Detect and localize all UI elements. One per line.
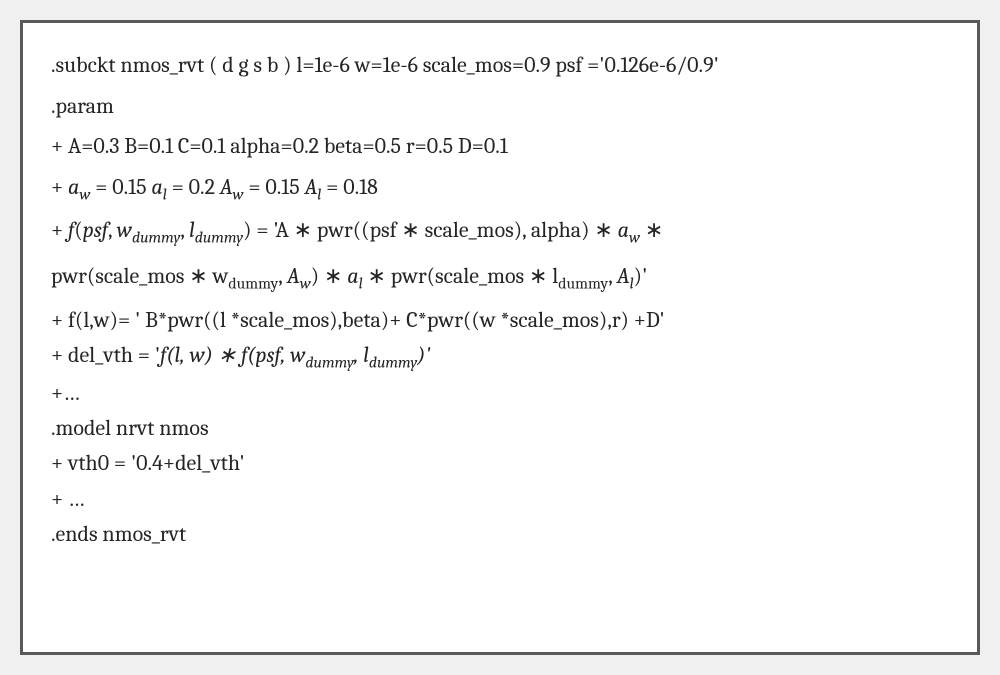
al-val: = 0.2	[167, 174, 220, 200]
line-aw-al: + aw = 0.15 al = 0.2 Aw = 0.15 Al = 0.18	[51, 167, 949, 210]
comma: ,	[608, 263, 617, 289]
psf: psf	[83, 217, 108, 243]
line-f-psf-cont: pwr(scale_mos ∗ wdummy, Aw) ∗ al ∗ pwr(s…	[51, 256, 949, 299]
line-constants: + A=0.3 B=0.1 C=0.1 alpha=0.2 beta=0.5 r…	[51, 126, 949, 167]
cap-a-sub-w: Aw	[287, 263, 311, 289]
prefix: + del_vth = '	[51, 342, 160, 368]
end: )'	[417, 342, 430, 368]
sub-dummy: dummy	[228, 275, 278, 293]
mid2: ∗ pwr(scale_mos ∗ l	[363, 263, 559, 289]
line-ends: .ends nmos_rvt	[51, 517, 949, 552]
end: )'	[634, 263, 648, 289]
a-sub-w: aw	[68, 174, 90, 200]
w-dummy: wdummy	[117, 217, 181, 243]
line-vth0: + vth0 = '0.4+del_vth'	[51, 446, 949, 481]
a-sub-l: al	[347, 263, 362, 289]
cap-al-val: = 0.18	[321, 174, 377, 200]
pwr-wdummy: pwr(scale_mos ∗ w	[51, 263, 228, 289]
comma: ,	[278, 263, 287, 289]
sub-dummy: dummy	[558, 275, 608, 293]
line-flw: + f(l,w)= ' B*pwr((l *scale_mos),beta)+ …	[51, 303, 949, 338]
times: ∗	[640, 217, 663, 243]
line-ellipsis-1: +…	[51, 376, 949, 411]
comma: ,	[354, 342, 363, 368]
open-paren: (	[74, 217, 82, 243]
aw-val: = 0.15	[90, 174, 151, 200]
line-f-psf-start: + f(psf, wdummy, ldummy) = 'A ∗ pwr((psf…	[51, 210, 949, 253]
eq-expr: ) = 'A ∗ pwr((psf ∗ scale_mos), alpha) ∗	[243, 217, 618, 243]
mid: ) ∗	[311, 263, 348, 289]
prefix: +	[51, 174, 68, 200]
code-document: .subckt nmos_rvt ( d g s b ) l=1e-6 w=1e…	[20, 20, 980, 655]
cap-aw-val: = 0.15	[244, 174, 305, 200]
comma: ,	[180, 217, 189, 243]
l-dummy: ldummy	[189, 217, 243, 243]
cap-a-sub-w: Aw	[220, 174, 244, 200]
line-ellipsis-2: + …	[51, 482, 949, 517]
a-sub-l: al	[151, 174, 166, 200]
sub-dummy: dummy	[369, 354, 417, 372]
cap-a-sub-l: Al	[305, 174, 322, 200]
line-del-vth: + del_vth = 'f(l, w) ∗ f(psf, wdummy, ld…	[51, 338, 949, 376]
cap-a-sub-l: Al	[617, 263, 634, 289]
comma: ,	[108, 217, 117, 243]
line-param: .param	[51, 86, 949, 127]
line-subckt: .subckt nmos_rvt ( d g s b ) l=1e-6 w=1e…	[51, 45, 949, 86]
prefix: +	[51, 217, 68, 243]
a-sub-w: aw	[618, 217, 640, 243]
flw-expr: f(l, w) ∗ f(psf, w	[160, 342, 305, 368]
line-model: .model nrvt nmos	[51, 411, 949, 446]
sub-dummy: dummy	[305, 354, 353, 372]
